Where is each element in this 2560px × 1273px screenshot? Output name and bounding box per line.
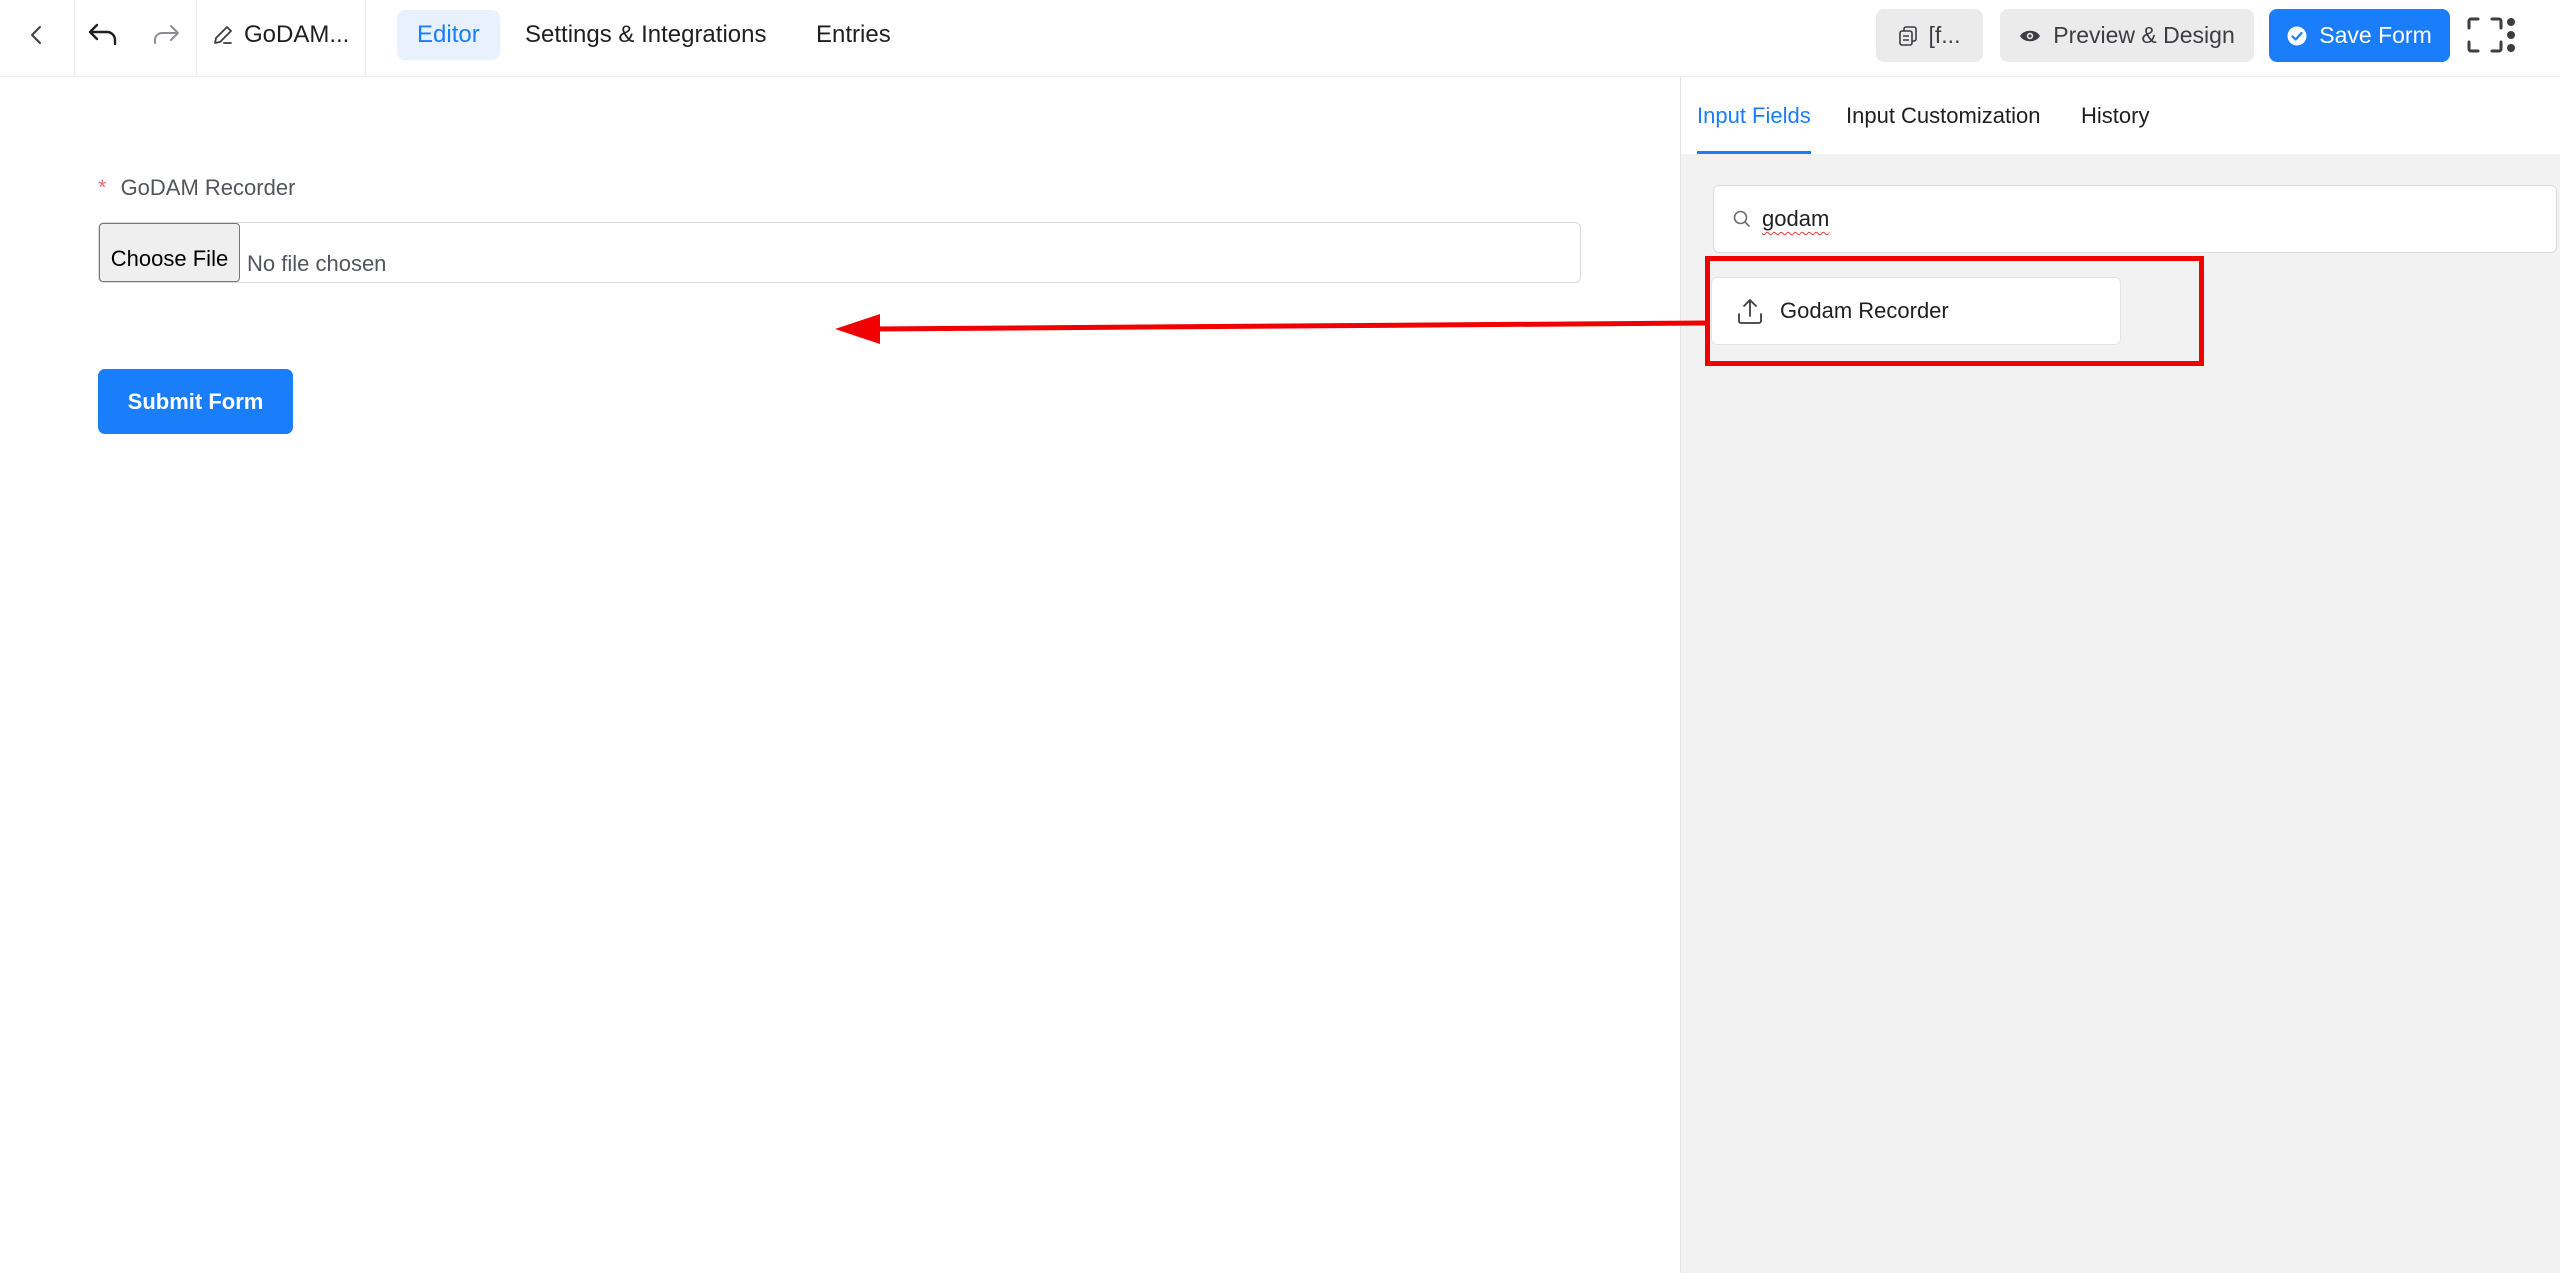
panel-tabs: Input Fields Input Customization History	[1681, 77, 2560, 154]
toolbar-divider	[196, 0, 197, 76]
undo-icon[interactable]	[75, 0, 131, 70]
choose-file-button[interactable]: Choose File	[99, 223, 240, 282]
submit-form-button[interactable]: Submit Form	[98, 369, 293, 434]
tab-input-fields[interactable]: Input Fields	[1697, 77, 1811, 154]
save-form-label: Save Form	[2319, 22, 2432, 48]
tab-input-customization-label: Input Customization	[1846, 102, 2041, 128]
tab-input-fields-label: Input Fields	[1697, 102, 1811, 128]
annotation-highlight-box	[1705, 256, 2204, 366]
tab-history[interactable]: History	[2081, 77, 2149, 154]
field-label: * GoDAM Recorder	[98, 175, 295, 201]
required-asterisk: *	[98, 175, 107, 200]
top-toolbar: GoDAM... Editor Settings & Integrations …	[0, 0, 2560, 77]
shortcode-button[interactable]: [f...	[1876, 9, 1983, 62]
tab-input-customization[interactable]: Input Customization	[1846, 77, 2040, 154]
search-icon	[1732, 209, 1752, 229]
eye-icon	[2019, 28, 2041, 44]
toolbar-divider	[365, 0, 366, 76]
check-circle-icon	[2287, 26, 2307, 46]
submit-form-label: Submit Form	[127, 388, 264, 414]
tab-entries[interactable]: Entries	[796, 10, 911, 60]
tab-editor[interactable]: Editor	[397, 10, 500, 60]
tab-editor-label: Editor	[417, 21, 480, 48]
tab-settings-label: Settings & Integrations	[525, 21, 767, 48]
redo-icon[interactable]	[136, 0, 196, 70]
save-form-button[interactable]: Save Form	[2269, 9, 2450, 62]
edit-pencil-icon	[212, 24, 234, 46]
shortcode-label: [f...	[1928, 22, 1961, 48]
form-title[interactable]: GoDAM...	[212, 0, 349, 70]
form-canvas: * GoDAM Recorder Choose File No file cho…	[0, 77, 1680, 1273]
file-upload-field[interactable]: Choose File No file chosen	[98, 222, 1581, 283]
preview-design-button[interactable]: Preview & Design	[2000, 9, 2254, 62]
tab-settings-integrations[interactable]: Settings & Integrations	[505, 10, 786, 60]
field-search-input[interactable]: godam	[1713, 185, 2557, 253]
form-title-text: GoDAM...	[244, 21, 350, 48]
tab-entries-label: Entries	[816, 21, 891, 48]
no-file-text: No file chosen	[247, 251, 387, 276]
copy-icon	[1898, 25, 1917, 46]
choose-file-label: Choose File	[110, 245, 229, 271]
search-value: godam	[1762, 206, 1830, 231]
preview-design-label: Preview & Design	[2053, 22, 2235, 48]
back-icon[interactable]	[0, 0, 74, 70]
field-label-text: GoDAM Recorder	[120, 175, 296, 200]
more-vertical-icon[interactable]	[2474, 0, 2548, 70]
tab-history-label: History	[2081, 102, 2150, 128]
